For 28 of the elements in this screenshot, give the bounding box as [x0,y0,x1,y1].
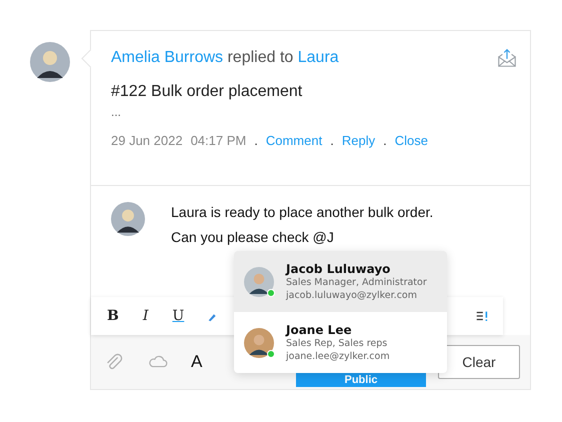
list-icon[interactable] [475,309,489,323]
subject: #122 Bulk order placement [111,83,304,101]
separator: . [254,133,258,148]
avatar [111,202,145,236]
activity-title: Amelia Burrows replied to Laura [111,49,339,67]
mention-role: Sales Manager, Administrator [286,276,427,288]
avatar [244,328,274,358]
message-line: Can you please check @J [171,228,335,247]
mention-role: Sales Rep, Sales reps [286,336,388,350]
mention-name: Jacob Luluwayo [286,262,392,276]
mention-email: jacob.luluwayo@zylker.com [286,288,418,302]
format-button[interactable]: A [191,352,202,372]
mention-email: joane.lee@zylker.com [286,350,390,362]
avatar [30,42,70,82]
bold-button[interactable]: B [105,308,121,324]
message-line: Laura is ready to place another bulk order. [171,203,434,222]
underline-button[interactable]: U [170,308,186,324]
mention-name: Joane Lee [286,322,353,336]
clear-button[interactable]: Clear [438,345,520,379]
date: 29 Jun 2022 [111,133,183,148]
separator: . [330,133,334,148]
mail-icon[interactable] [496,47,518,69]
time: 04:17 PM [190,133,246,148]
avatar [244,266,274,296]
italic-button[interactable]: I [140,308,150,324]
more-text: ... [111,105,122,119]
mention-item[interactable]: Jacob Luluwayo Sales Manager, Administrator jacob.luluwayo@zylker.com [234,251,447,312]
separator: . [383,133,387,148]
